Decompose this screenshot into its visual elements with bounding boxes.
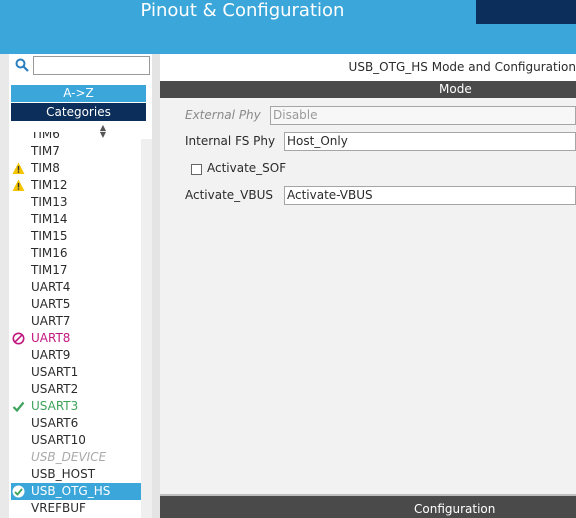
category-item[interactable]: USB_OTG_HS (11, 483, 141, 500)
header-bar: Pinout & Configuration (0, 0, 576, 54)
page-title: Pinout & Configuration (140, 0, 345, 21)
mode-section-bar[interactable]: Mode (160, 81, 576, 98)
category-item[interactable]: UART8 (11, 330, 141, 347)
category-item-label: USB_HOST (31, 467, 96, 481)
category-item[interactable]: USART6 (11, 415, 141, 432)
activate-sof-checkbox[interactable] (191, 164, 202, 175)
blocked-icon (12, 332, 25, 345)
category-item[interactable]: USART3 (11, 398, 141, 415)
search-icon[interactable] (15, 58, 29, 72)
sort-az-button[interactable]: A->Z (11, 85, 146, 102)
category-item[interactable]: UART4 (11, 279, 141, 296)
right-panel: USB_OTG_HS Mode and Configuration Mode E… (160, 54, 576, 518)
category-item[interactable]: USART1 (11, 364, 141, 381)
category-item[interactable]: TIM7 (11, 143, 141, 160)
category-item[interactable]: TIM16 (11, 245, 141, 262)
left-edge (0, 54, 9, 518)
category-item[interactable]: UART7 (11, 313, 141, 330)
mode-body: External Phy Disable Internal FS Phy Hos… (160, 98, 576, 496)
mode-config-title: USB_OTG_HS Mode and Configuration (348, 60, 576, 74)
left-panel: A->Z Categories ▲ ▼ TIM6 TIM7 TIM8 TIM12 TIM1… (0, 54, 152, 518)
category-item[interactable]: TIM8 (11, 160, 141, 177)
panel-divider[interactable] (152, 54, 160, 518)
category-item[interactable]: USB_HOST (11, 466, 141, 483)
category-item-label: USB_OTG_HS (31, 484, 111, 498)
category-item[interactable]: TIM15 (11, 228, 141, 245)
header-tab-box[interactable] (476, 0, 576, 24)
internal-fs-phy-select[interactable]: Host_Only (284, 132, 576, 151)
category-item[interactable]: TIM13 (11, 194, 141, 211)
category-item[interactable]: USART2 (11, 381, 141, 398)
category-item[interactable]: UART9 (11, 347, 141, 364)
category-item-label: TIM13 (31, 195, 68, 209)
category-item[interactable]: USART10 (11, 432, 141, 449)
warning-icon (12, 179, 25, 192)
list-scrollbar[interactable] (141, 139, 152, 518)
category-item-label: USART10 (31, 433, 86, 447)
category-item-label: UART4 (31, 280, 71, 294)
category-item[interactable]: TIM6 (11, 132, 141, 143)
category-item-label: UART5 (31, 297, 71, 311)
internal-fs-phy-label: Internal FS Phy (185, 134, 276, 148)
category-item[interactable]: VREFBUF (11, 500, 141, 517)
warning-icon (12, 162, 25, 175)
category-item-label: USART3 (31, 399, 79, 413)
search-input[interactable] (33, 56, 150, 75)
category-item-label: TIM15 (31, 229, 68, 243)
category-item-label: TIM8 (31, 161, 60, 175)
category-item-label: USB_DEVICE (31, 450, 107, 464)
activate-vbus-label: Activate_VBUS (185, 188, 274, 202)
external-phy-label: External Phy (185, 108, 261, 122)
category-list: TIM6 TIM7 TIM8 TIM12 TIM13 TIM14 TIM15 TIM16 TIM… (11, 132, 141, 518)
category-item[interactable]: UART5 (11, 296, 141, 313)
external-phy-select: Disable (270, 106, 576, 125)
category-item[interactable]: USB_DEVICE (11, 449, 141, 466)
activate-vbus-select[interactable]: Activate-VBUS (284, 186, 576, 205)
mode-section-label: Mode (439, 82, 472, 96)
activate-sof-label: Activate_SOF (207, 161, 287, 175)
category-item-label: VREFBUF (31, 501, 86, 515)
check-icon (12, 400, 25, 413)
configuration-section-bar[interactable]: Configuration (160, 494, 576, 518)
check-circle-icon (12, 485, 25, 498)
categories-button[interactable]: Categories (11, 103, 146, 121)
category-item-label: UART8 (31, 331, 71, 345)
category-item-label: USART6 (31, 416, 79, 430)
category-item-label: TIM7 (31, 144, 60, 158)
category-item-label: USART1 (31, 365, 79, 379)
category-item-label: TIM17 (31, 263, 68, 277)
category-item-label: TIM6 (31, 132, 60, 141)
category-item-label: USART2 (31, 382, 79, 396)
category-item[interactable]: TIM17 (11, 262, 141, 279)
category-item-label: TIM14 (31, 212, 68, 226)
category-item-label: UART9 (31, 348, 71, 362)
category-item-label: TIM12 (31, 178, 68, 192)
category-item[interactable]: TIM12 (11, 177, 141, 194)
category-item-label: UART7 (31, 314, 71, 328)
configuration-section-label: Configuration (414, 502, 496, 516)
category-item-label: TIM16 (31, 246, 68, 260)
configuration-separator (160, 494, 576, 496)
category-item[interactable]: TIM14 (11, 211, 141, 228)
